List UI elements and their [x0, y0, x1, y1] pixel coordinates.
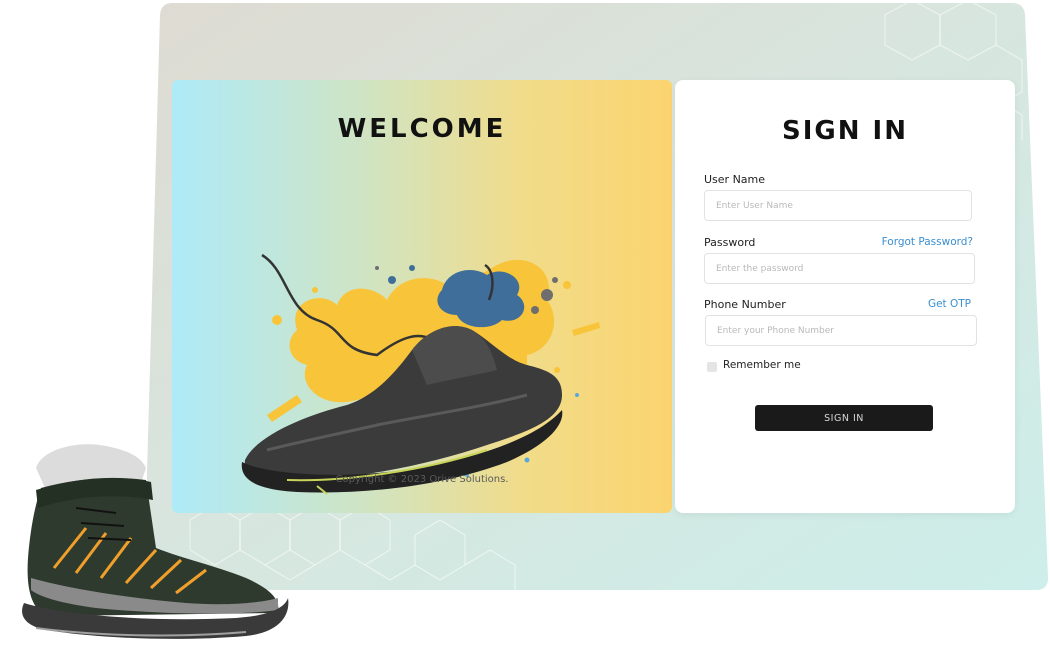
- remember-me-label[interactable]: Remember me: [723, 359, 801, 371]
- username-input[interactable]: [704, 190, 972, 221]
- hiking-boot-image: [22, 444, 289, 639]
- get-otp-link[interactable]: Get OTP: [928, 298, 971, 310]
- password-label: Password: [704, 236, 756, 249]
- phone-input[interactable]: [705, 315, 977, 346]
- phone-label: Phone Number: [704, 298, 786, 311]
- signin-button[interactable]: SIGN IN: [755, 405, 933, 431]
- password-input[interactable]: [704, 253, 975, 284]
- signin-form: SIGN IN User Name Password Forgot Passwo…: [675, 80, 1015, 513]
- username-label: User Name: [704, 173, 766, 186]
- welcome-heading: WELCOME: [337, 114, 507, 144]
- forgot-password-link[interactable]: Forgot Password?: [882, 236, 973, 248]
- remember-me-checkbox[interactable]: [707, 362, 717, 372]
- signin-title: SIGN IN: [782, 116, 908, 146]
